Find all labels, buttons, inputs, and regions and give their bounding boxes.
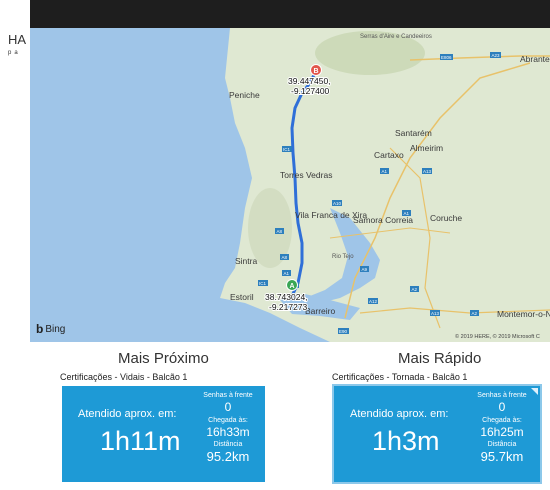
end-lon: -9.127400 xyxy=(291,86,330,96)
place-rio-tejo: Rio Tejo xyxy=(332,254,354,260)
brand-main: HA xyxy=(8,32,27,47)
svg-text:A1: A1 xyxy=(382,169,388,174)
place-estoril: Estoril xyxy=(230,292,254,302)
svg-text:A23: A23 xyxy=(492,53,501,58)
end-marker[interactable]: B xyxy=(310,64,322,76)
card-subtitle: Certificações - Tornada - Balcão 1 xyxy=(332,372,468,382)
ahead-value: 0 xyxy=(498,400,506,414)
svg-text:A2: A2 xyxy=(412,287,418,292)
arrival-value: 16h25m xyxy=(480,425,524,439)
svg-text:A: A xyxy=(290,283,295,290)
place-coruche: Coruche xyxy=(430,213,462,223)
served-time: 1h11m xyxy=(100,426,181,456)
svg-text:A13: A13 xyxy=(423,169,432,174)
brand-sub: pa xyxy=(8,50,21,56)
distance-value: 95.2km xyxy=(206,449,250,464)
place-serras: Serras d'Aire e Candeeiros xyxy=(360,34,432,40)
place-peniche: Peniche xyxy=(229,90,260,100)
place-montemor: Montemor-o-N xyxy=(497,309,550,319)
start-marker[interactable]: A xyxy=(286,279,298,291)
ahead-label: Senhas à frente xyxy=(477,392,527,399)
place-torres-vedras: Torres Vedras xyxy=(280,170,332,180)
svg-text:IC1: IC1 xyxy=(283,147,291,152)
end-lat: 39.447450, xyxy=(288,76,331,86)
place-almeirim: Almeirim xyxy=(410,143,443,153)
svg-text:B: B xyxy=(314,68,319,75)
brand-logo[interactable]: HA pa xyxy=(8,33,32,60)
distance-label: Distância xyxy=(487,441,517,448)
svg-text:A8: A8 xyxy=(282,255,288,260)
svg-text:IC1: IC1 xyxy=(259,281,267,286)
svg-text:E90: E90 xyxy=(339,329,348,334)
arrival-label: Chegada às: xyxy=(482,417,522,424)
place-cartaxo: Cartaxo xyxy=(374,150,404,160)
arrival-value: 16h33m xyxy=(206,425,250,439)
card-subtitle: Certificações - Vidais - Balcão 1 xyxy=(60,372,188,382)
place-abrantes: Abrantes xyxy=(520,54,550,64)
bing-icon: b xyxy=(36,322,44,336)
place-samora: Samora Correia xyxy=(353,215,413,225)
bing-label: Bing xyxy=(45,323,66,335)
card-title: Mais Rápido xyxy=(398,350,482,367)
card-title: Mais Próximo xyxy=(118,350,209,367)
info-column: Senhas à frente 0 Chegada às: 16h25m Dis… xyxy=(468,392,536,464)
fastest-tile[interactable]: Atendido aprox. em: 1h3m Senhas à frente… xyxy=(334,386,540,482)
top-bar xyxy=(30,0,550,28)
svg-text:A8: A8 xyxy=(277,229,283,234)
distance-value: 95.7km xyxy=(480,449,524,464)
arrival-label: Chegada às: xyxy=(208,417,248,424)
svg-text:A12: A12 xyxy=(369,299,378,304)
closest-tile[interactable]: Atendido aprox. em: 1h11m Senhas à frent… xyxy=(62,386,265,482)
start-lat: 38.743024, xyxy=(265,292,308,302)
route-map[interactable]: IC1 A8 A8 A23 E806 A13 A10 A9 A1 A2 A13 … xyxy=(30,28,550,342)
served-label: Atendido aprox. em: xyxy=(350,408,449,420)
place-barreiro: Barreiro xyxy=(305,306,336,316)
svg-text:A10: A10 xyxy=(333,201,342,206)
bing-logo[interactable]: b Bing xyxy=(36,322,65,336)
info-column: Senhas à frente 0 Chegada às: 16h33m Dis… xyxy=(195,392,261,464)
svg-text:A1: A1 xyxy=(284,271,290,276)
map-canvas[interactable]: IC1 A8 A8 A23 E806 A13 A10 A9 A1 A2 A13 … xyxy=(30,28,550,342)
served-time: 1h3m xyxy=(372,426,440,456)
svg-text:A13: A13 xyxy=(431,311,440,316)
svg-text:A2: A2 xyxy=(472,311,478,316)
ahead-label: Senhas à frente xyxy=(203,392,253,399)
map-copyright: © 2019 HERE, © 2019 Microsoft C xyxy=(455,333,540,340)
served-label: Atendido aprox. em: xyxy=(78,408,177,420)
place-sintra: Sintra xyxy=(235,256,257,266)
svg-text:E806: E806 xyxy=(441,55,452,60)
svg-text:A9: A9 xyxy=(362,267,368,272)
place-santarem: Santarém xyxy=(395,128,432,138)
start-lon: -9.217273 xyxy=(269,302,308,312)
distance-label: Distância xyxy=(213,441,243,448)
ahead-value: 0 xyxy=(224,400,232,414)
